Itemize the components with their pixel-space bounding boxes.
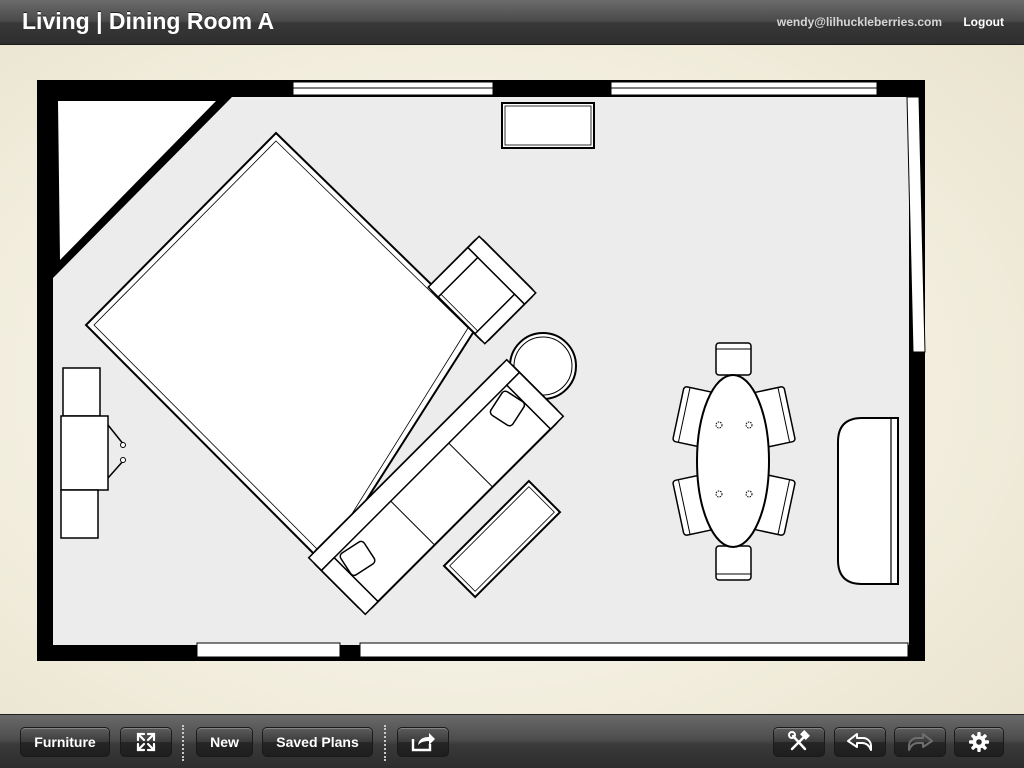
bench-sofa[interactable]: [837, 417, 899, 585]
furniture-button[interactable]: Furniture: [20, 727, 110, 757]
new-button-label: New: [210, 734, 239, 750]
furniture-button-label: Furniture: [34, 734, 96, 750]
toolbar-separator: [384, 725, 386, 761]
top-bar: Living | Dining Room A wendy@lilhucklebe…: [0, 0, 1024, 45]
media-console[interactable]: [501, 102, 595, 149]
saved-plans-button-label: Saved Plans: [276, 734, 359, 750]
user-email: wendy@lilhuckleberries.com: [776, 15, 942, 29]
settings-button[interactable]: [954, 727, 1004, 757]
fullscreen-button[interactable]: [120, 727, 172, 757]
tools-button[interactable]: [773, 727, 825, 757]
gear-icon: [968, 731, 990, 753]
hammer-wrench-icon: [787, 730, 811, 754]
saved-plans-button[interactable]: Saved Plans: [262, 727, 373, 757]
page-title: Living | Dining Room A: [22, 8, 275, 34]
dining-chair[interactable]: [715, 342, 752, 376]
bottom-toolbar: Furniture New Saved Plans: [0, 714, 1024, 768]
floor-plan-canvas[interactable]: [0, 44, 1024, 714]
redo-button[interactable]: [894, 727, 946, 757]
window: [359, 642, 909, 658]
dining-table[interactable]: [696, 374, 770, 548]
share-icon: [410, 731, 436, 753]
window: [196, 642, 341, 658]
share-button[interactable]: [397, 727, 449, 757]
toolbar-separator: [182, 725, 184, 761]
dining-chair[interactable]: [715, 545, 752, 581]
expand-icon: [135, 731, 157, 753]
undo-button[interactable]: [834, 727, 886, 757]
undo-arrow-icon: [846, 732, 874, 752]
logout-button[interactable]: Logout: [963, 15, 1004, 29]
redo-arrow-icon: [906, 732, 934, 752]
new-button[interactable]: New: [196, 727, 253, 757]
